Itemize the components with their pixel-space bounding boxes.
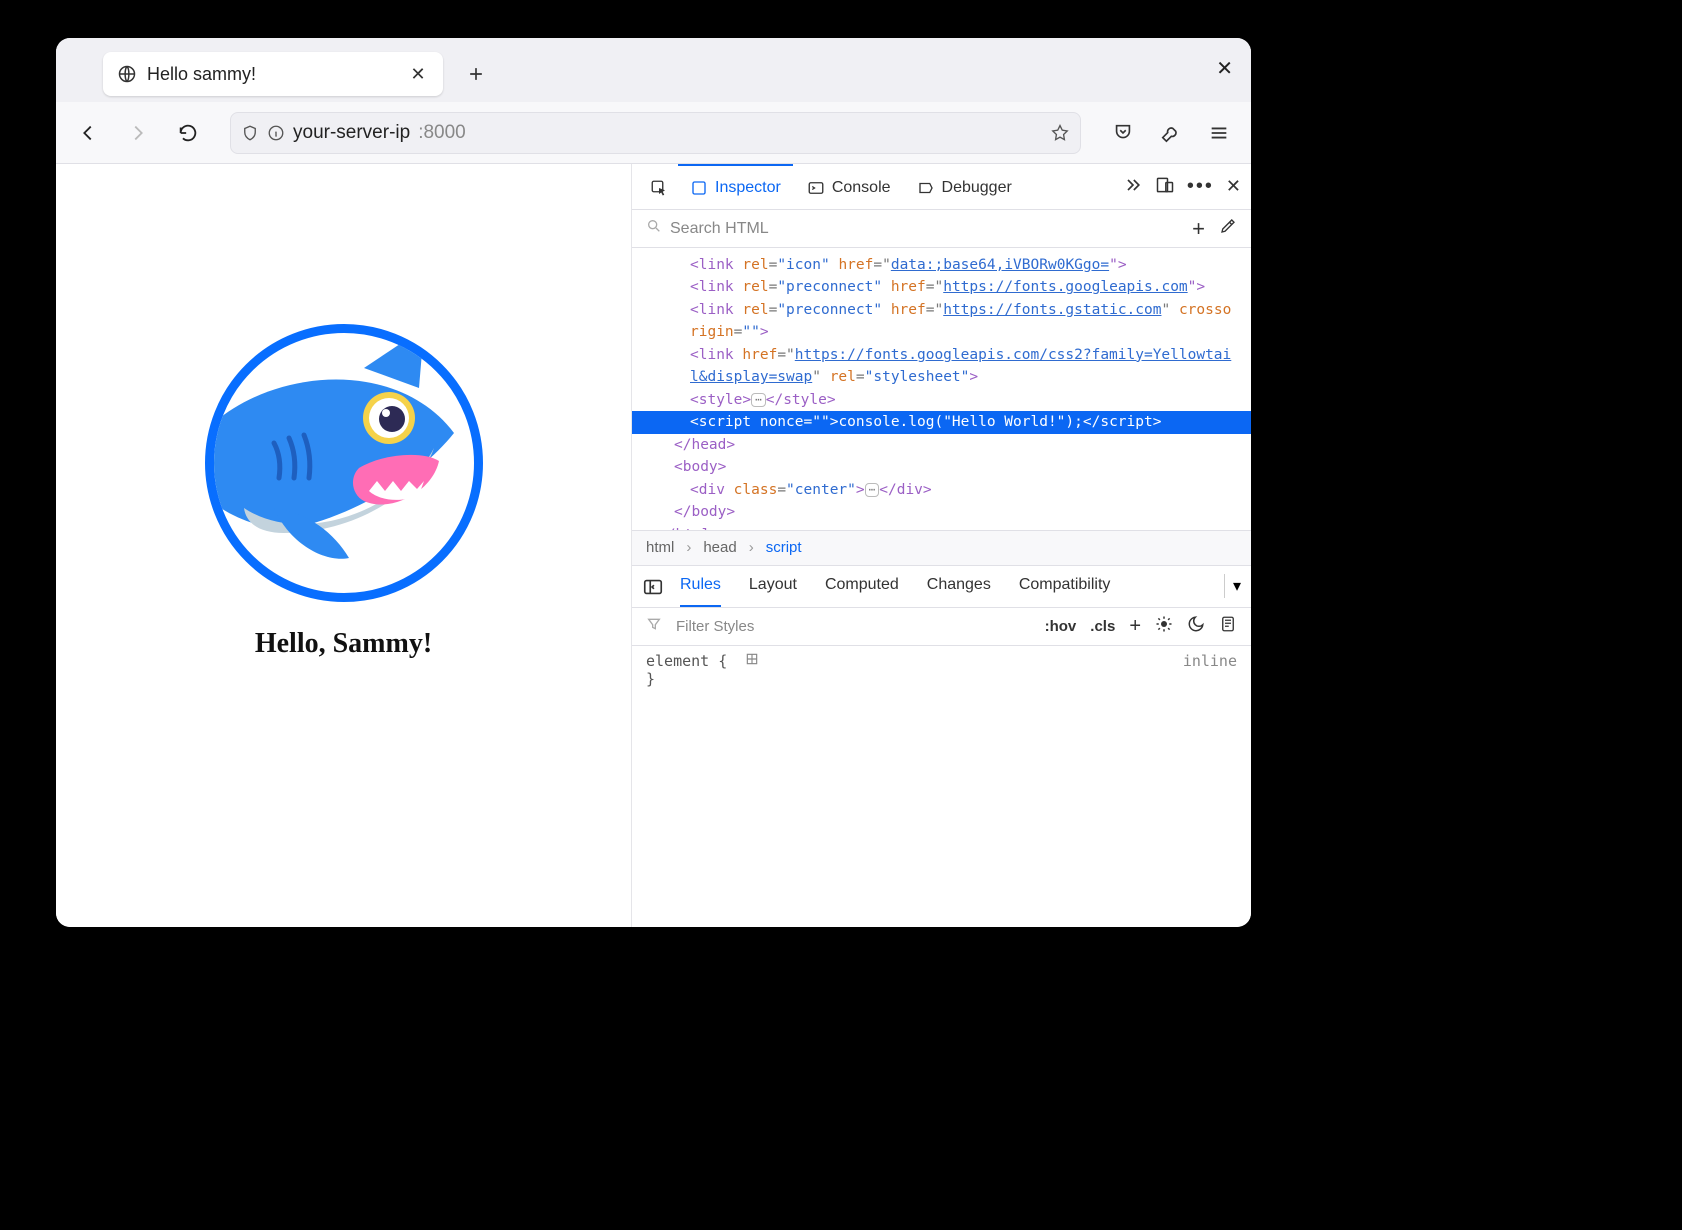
devtools-panel: Inspector Console Debugger ••• ✕ — [631, 164, 1251, 927]
tab-computed[interactable]: Computed — [825, 566, 899, 607]
devtools-close-icon[interactable]: ✕ — [1226, 176, 1241, 197]
print-icon[interactable] — [1219, 615, 1237, 637]
new-tab-button[interactable] — [457, 55, 495, 93]
hamburger-icon[interactable] — [1201, 115, 1237, 151]
more-icon[interactable]: ••• — [1187, 175, 1214, 198]
eyedropper-icon[interactable] — [1219, 217, 1237, 240]
rules-tabs: Rules Layout Computed Changes Compatibil… — [632, 566, 1251, 608]
shield-icon — [241, 124, 259, 142]
window-close-icon[interactable]: ✕ — [1216, 56, 1233, 81]
url-bar[interactable]: your-server-ip :8000 — [230, 112, 1081, 154]
grid-icon[interactable] — [745, 652, 759, 670]
tab-title: Hello sammy! — [147, 64, 397, 85]
reload-button[interactable] — [170, 115, 206, 151]
tab-compatibility[interactable]: Compatibility — [1019, 566, 1111, 607]
chevron-right-icon: › — [749, 539, 754, 556]
overflow-dropdown[interactable]: ▾ — [1224, 566, 1251, 607]
rule-close: } — [646, 670, 1237, 688]
crumb-head[interactable]: head — [703, 539, 736, 556]
browser-tab[interactable]: Hello sammy! ✕ — [103, 52, 443, 96]
filter-icon — [646, 616, 662, 636]
html-search-bar: Search HTML + — [632, 210, 1251, 248]
tab-debugger[interactable]: Debugger — [905, 164, 1024, 209]
tab-console-label: Console — [832, 179, 891, 197]
element-picker-icon[interactable] — [642, 164, 676, 209]
page-viewport: Hello, Sammy! — [56, 164, 631, 927]
light-mode-icon[interactable] — [1155, 615, 1173, 637]
devtools-tabs: Inspector Console Debugger ••• ✕ — [632, 164, 1251, 210]
rule-source[interactable]: inline — [1183, 652, 1237, 670]
add-node-icon[interactable]: + — [1186, 216, 1211, 242]
styles-filter-bar: Filter Styles :hov .cls + — [632, 608, 1251, 646]
cls-toggle[interactable]: .cls — [1090, 618, 1115, 635]
chevron-right-icon: › — [686, 539, 691, 556]
avatar — [205, 324, 483, 602]
bookmark-icon[interactable] — [1050, 123, 1070, 143]
back-button[interactable] — [70, 115, 106, 151]
tab-changes[interactable]: Changes — [927, 566, 991, 607]
rule-selector: element { — [646, 652, 727, 670]
devtools-tabs-right: ••• ✕ — [1123, 164, 1241, 209]
tab-debugger-label: Debugger — [942, 179, 1012, 197]
tab-inspector[interactable]: Inspector — [678, 164, 793, 209]
search-icon — [646, 218, 662, 239]
toolbar-right — [1105, 115, 1237, 151]
hov-toggle[interactable]: :hov — [1045, 618, 1077, 635]
url-host: your-server-ip — [293, 122, 410, 144]
filter-input[interactable]: Filter Styles — [676, 618, 754, 635]
tab-inspector-label: Inspector — [715, 179, 781, 197]
selected-node[interactable]: <script nonce="">console.log("Hello Worl… — [632, 411, 1251, 433]
pocket-icon[interactable] — [1105, 115, 1141, 151]
globe-icon — [117, 64, 137, 84]
ellipsis-icon[interactable]: ⋯ — [751, 393, 766, 407]
info-icon[interactable] — [267, 124, 285, 142]
tab-rules[interactable]: Rules — [680, 566, 721, 607]
wrench-icon[interactable] — [1153, 115, 1189, 151]
content-area: Hello, Sammy! Inspector Console Debugge — [56, 164, 1251, 927]
forward-button[interactable] — [120, 115, 156, 151]
chevrons-icon[interactable] — [1123, 175, 1143, 198]
dark-mode-icon[interactable] — [1187, 615, 1205, 637]
tab-strip: Hello sammy! ✕ ✕ — [56, 38, 1251, 102]
sidebar-toggle-icon[interactable] — [642, 576, 664, 598]
breadcrumbs[interactable]: html › head › script — [632, 530, 1251, 566]
responsive-icon[interactable] — [1155, 175, 1175, 198]
browser-window: Hello sammy! ✕ ✕ your-server-ip :8000 — [56, 38, 1251, 927]
tab-console[interactable]: Console — [795, 164, 903, 209]
add-rule-icon[interactable]: + — [1129, 615, 1141, 638]
crumb-script[interactable]: script — [766, 539, 802, 556]
rules-body[interactable]: element { } inline — [632, 646, 1251, 928]
url-port: :8000 — [418, 122, 466, 144]
html-search-input[interactable]: Search HTML — [670, 220, 920, 238]
crumb-html[interactable]: html — [646, 539, 674, 556]
html-tree[interactable]: <link rel="icon" href="data:;base64,iVBO… — [632, 248, 1251, 530]
tab-close-icon[interactable]: ✕ — [407, 64, 429, 85]
ellipsis-icon[interactable]: ⋯ — [865, 483, 880, 497]
tab-layout[interactable]: Layout — [749, 566, 797, 607]
page-heading: Hello, Sammy! — [255, 628, 432, 660]
toolbar: your-server-ip :8000 — [56, 102, 1251, 164]
